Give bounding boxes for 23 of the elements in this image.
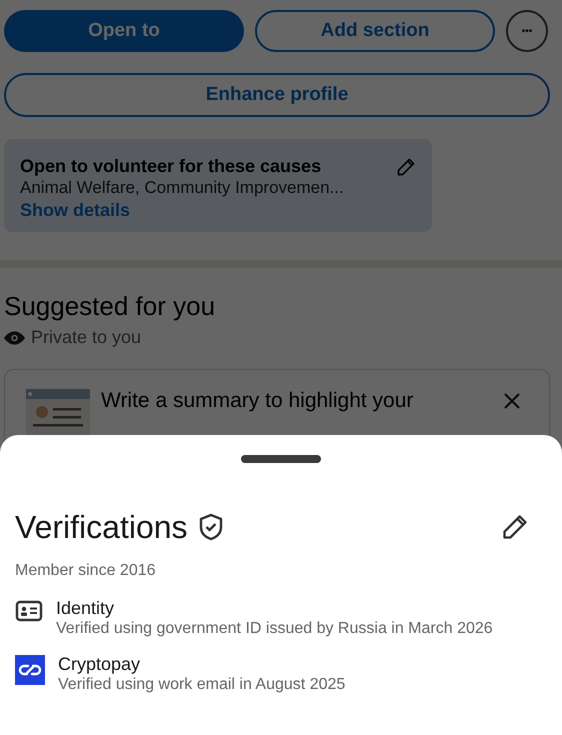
volunteer-title: Open to volunteer for these causes: [20, 155, 322, 177]
enhance-profile-button[interactable]: Enhance profile: [4, 73, 550, 117]
close-icon[interactable]: [503, 392, 521, 410]
show-details-link[interactable]: Show details: [20, 199, 130, 221]
eye-icon: [4, 330, 25, 344]
section-heading: Suggested for you: [4, 290, 216, 322]
link-logo-icon: [15, 655, 45, 685]
privacy-label: Private to you: [31, 326, 142, 349]
more-button[interactable]: •••: [506, 10, 548, 52]
id-card-icon: [15, 599, 43, 623]
verification-title: Identity: [56, 597, 116, 619]
drag-handle[interactable]: [241, 455, 321, 463]
add-section-button[interactable]: Add section: [255, 10, 495, 52]
volunteer-causes: Animal Welfare, Community Improvemen...: [20, 177, 345, 199]
edit-icon[interactable]: [501, 513, 529, 541]
verification-detail: Verified using government ID issued by Russia in March 2026: [56, 619, 493, 639]
verification-detail: Verified using work email in August 2025: [58, 675, 346, 695]
sheet-title: Verifications: [15, 509, 188, 545]
shield-check-icon: [198, 513, 224, 541]
member-since: Member since 2016: [15, 561, 157, 581]
verification-title: Cryptopay: [58, 653, 142, 675]
open-to-button[interactable]: Open to: [4, 10, 244, 52]
suggestion-text: Write a summary to highlight your: [101, 388, 414, 414]
